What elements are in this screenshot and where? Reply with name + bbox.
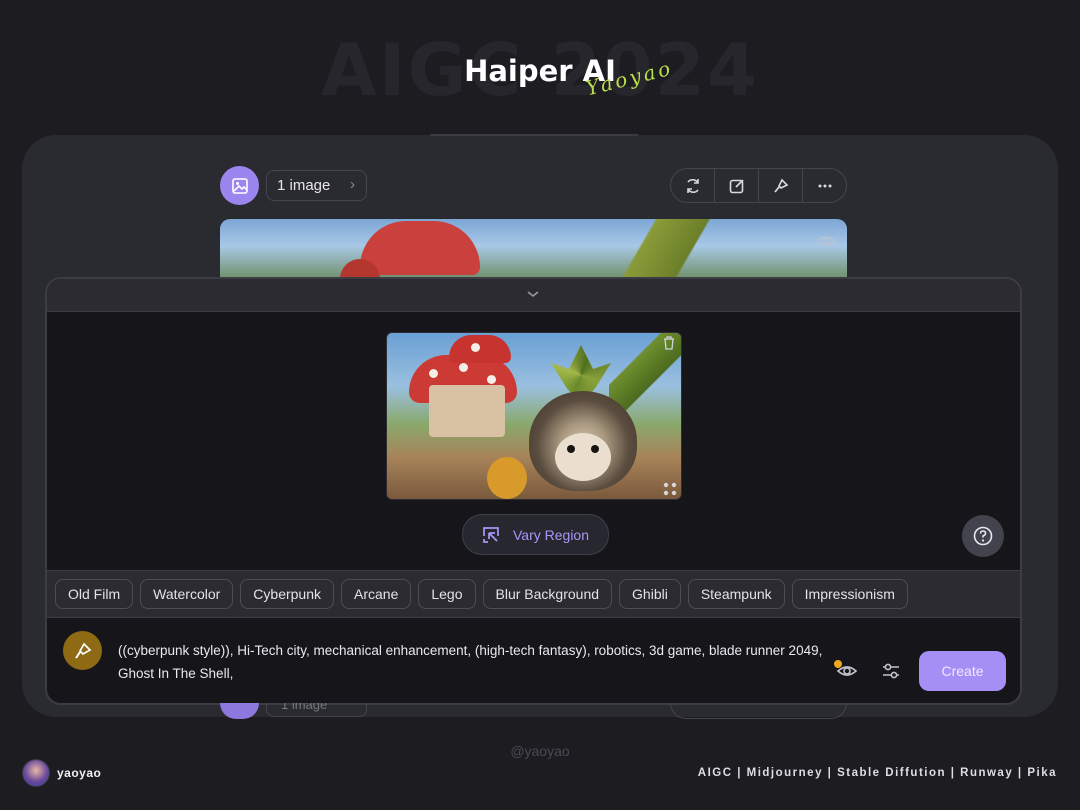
notification-dot: [834, 660, 842, 668]
style-chip-ghibli[interactable]: Ghibli: [619, 579, 681, 609]
more-button[interactable]: [803, 169, 846, 202]
brush-icon: [773, 178, 788, 193]
help-button[interactable]: [962, 515, 1004, 557]
brush-button[interactable]: [759, 169, 803, 202]
editor-modal: Vary Region Old Film Watercolor Cyberpun…: [45, 277, 1022, 705]
create-button[interactable]: Create: [919, 651, 1006, 691]
vary-region-button[interactable]: Vary Region: [462, 514, 609, 555]
style-chip-watercolor[interactable]: Watercolor: [140, 579, 234, 609]
trash-icon[interactable]: [662, 335, 676, 351]
select-region-icon: [483, 526, 499, 543]
chevron-right-icon: ›: [350, 176, 355, 193]
prompt-line-1: ((cyberpunk style)), Hi-Tech city, mecha…: [118, 643, 823, 658]
eye-icon[interactable]: [816, 233, 836, 249]
style-chip-lego[interactable]: Lego: [418, 579, 476, 609]
question-icon: [973, 526, 993, 546]
ghost-image-count: 1 image: [266, 703, 367, 717]
style-chip-arcane[interactable]: Arcane: [341, 579, 412, 609]
sliders-icon[interactable]: [880, 660, 902, 682]
footer-username: yaoyao: [57, 766, 102, 780]
panel-notch: [430, 134, 638, 136]
style-chip-old-film[interactable]: Old Film: [55, 579, 134, 609]
generated-image-thumbnail[interactable]: [220, 219, 847, 279]
prompt-line-2: Ghost In The Shell,: [118, 666, 234, 681]
more-icon: [818, 184, 831, 187]
preview-stage: Vary Region: [47, 312, 1020, 570]
style-chip-steampunk[interactable]: Steampunk: [687, 579, 785, 609]
prompt-input[interactable]: ((cyberpunk style)), Hi-Tech city, mecha…: [118, 639, 848, 685]
style-chip-cyberpunk[interactable]: Cyberpunk: [240, 579, 334, 609]
edit-icon: [729, 178, 744, 193]
result-toolbar: [670, 168, 847, 203]
brush-mode-avatar: [63, 631, 102, 670]
brush-icon: [74, 642, 91, 659]
image-type-avatar: [220, 166, 259, 205]
modal-header: [47, 279, 1020, 312]
image-count-label: 1 image: [277, 177, 331, 194]
ghost-toolbar: [670, 703, 847, 719]
edit-button[interactable]: [715, 169, 759, 202]
vary-region-label: Vary Region: [513, 526, 590, 543]
style-chip-blur-background[interactable]: Blur Background: [482, 579, 613, 609]
image-icon: [231, 177, 248, 194]
style-chip-impressionism[interactable]: Impressionism: [791, 579, 908, 609]
refresh-icon: [686, 178, 699, 193]
preview-image[interactable]: [386, 332, 682, 500]
refresh-button[interactable]: [671, 169, 715, 202]
handle-watermark: @yaoyao: [510, 743, 570, 759]
prompt-area: ((cyberpunk style)), Hi-Tech city, mecha…: [47, 618, 1020, 703]
avatar: [22, 759, 50, 787]
page-title: Haiper AI: [464, 54, 616, 88]
image-count-dropdown[interactable]: 1 image ›: [266, 170, 367, 201]
chevron-down-icon[interactable]: [525, 287, 541, 301]
grip-icon[interactable]: [662, 481, 678, 497]
style-presets-bar: Old Film Watercolor Cyberpunk Arcane Leg…: [47, 570, 1020, 618]
footer-tags: AIGC | Midjourney | Stable Diffution | R…: [697, 767, 1057, 779]
